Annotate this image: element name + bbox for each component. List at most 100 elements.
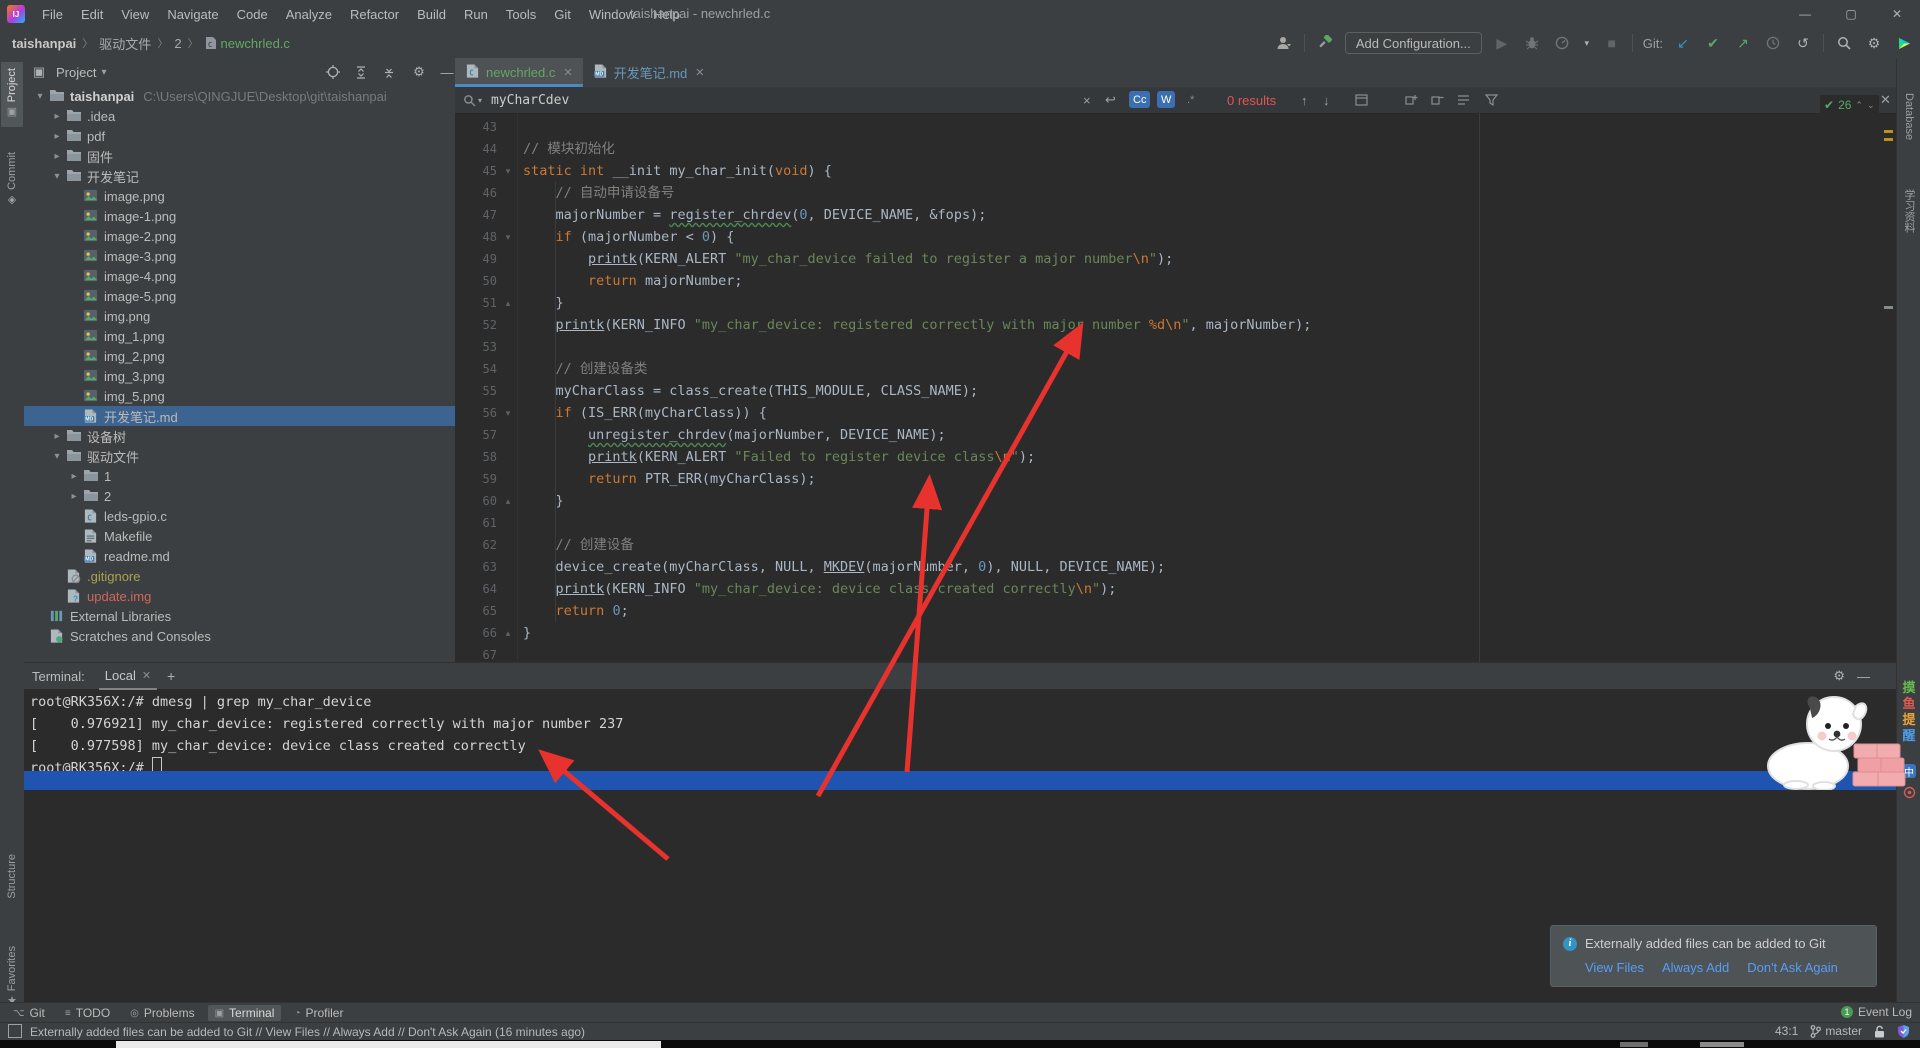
find-query-input[interactable]: myCharCdev (491, 87, 569, 113)
toolwindow-button-problems[interactable]: ◎Problems (123, 1005, 201, 1021)
tab-newchrled.c[interactable]: Cnewchrled.c✕ (455, 58, 583, 87)
code-line-52[interactable]: 52 printk(KERN_INFO "my_char_device: reg… (455, 314, 1896, 336)
scrollbar-mark[interactable] (1884, 130, 1893, 133)
status-message[interactable]: Externally added files can be added to G… (30, 1025, 585, 1039)
unlocked-icon[interactable] (1874, 1025, 1885, 1038)
code-line-46[interactable]: 46 // 自动申请设备号 (455, 182, 1896, 204)
code-line-53[interactable]: 53 (455, 336, 1896, 358)
clear-search-icon[interactable]: × (1083, 87, 1091, 113)
rollback-icon[interactable]: ↺ (1793, 33, 1813, 53)
chevron-down-icon[interactable]: ▾ (1582, 33, 1592, 53)
menu-navigate[interactable]: Navigate (158, 7, 227, 22)
tool-stripe-structure[interactable]: Structure (1, 848, 23, 905)
code-line-54[interactable]: 54 // 创建设备类 (455, 358, 1896, 380)
breadcrumb[interactable]: taishanpai 〉 驱动文件 〉 2 〉 C newchrled.c (12, 34, 290, 53)
plugin-colorful-icon[interactable] (1894, 33, 1914, 53)
menu-analyze[interactable]: Analyze (277, 7, 341, 22)
close-button[interactable]: ✕ (1874, 0, 1920, 28)
tree-item-image-3.png[interactable]: image-3.png (24, 246, 455, 266)
breadcrumb-project[interactable]: taishanpai (12, 36, 76, 51)
menu-view[interactable]: View (112, 7, 158, 22)
tree-item-Makefile[interactable]: Makefile (24, 526, 455, 546)
tree-item-leds-gpio.c[interactable]: Cleds-gpio.c (24, 506, 455, 526)
maximize-button[interactable]: ▢ (1828, 0, 1874, 28)
next-problem-icon[interactable]: ⌄ (1867, 100, 1875, 111)
git-update-icon[interactable]: ↙ (1673, 33, 1693, 53)
previous-occurrence-icon[interactable]: ↑ (1301, 87, 1308, 113)
chevron-expanded-icon[interactable]: ▾ (33, 91, 47, 102)
fold-marker-icon[interactable]: ▴ (501, 622, 515, 644)
menu-code[interactable]: Code (228, 7, 277, 22)
code-line-43[interactable]: 43 (455, 116, 1896, 138)
code-line-61[interactable]: 61 (455, 512, 1896, 534)
tree-item-image-5.png[interactable]: image-5.png (24, 286, 455, 306)
terminal-settings-gear-icon[interactable]: ⚙ (1833, 668, 1845, 684)
chevron-collapsed-icon[interactable]: ▸ (50, 151, 64, 162)
breadcrumb-subfolder[interactable]: 2 (174, 36, 181, 51)
code-line-45[interactable]: 45▾static int __init my_char_init(void) … (455, 160, 1896, 182)
locate-file-icon[interactable] (324, 63, 342, 81)
code-line-62[interactable]: 62 // 创建设备 (455, 534, 1896, 556)
tree-item-update.img[interactable]: ?update.img (24, 586, 455, 606)
debug-bug-icon[interactable] (1522, 33, 1542, 53)
match-case-toggle[interactable]: Cc (1129, 91, 1150, 108)
tree-item-开发笔记[interactable]: ▾开发笔记 (24, 166, 455, 186)
code-line-57[interactable]: 57 unregister_chrdev(majorNumber, DEVICE… (455, 424, 1896, 446)
code-line-65[interactable]: 65 return 0; (455, 600, 1896, 622)
remove-occurrence-icon[interactable] (1431, 87, 1444, 113)
tree-item-image.png[interactable]: image.png (24, 186, 455, 206)
tree-item-设备树[interactable]: ▸设备树 (24, 426, 455, 446)
git-branch-widget[interactable]: master (1810, 1024, 1862, 1038)
find-search-icon[interactable]: ▾ (463, 87, 482, 113)
menu-run[interactable]: Run (455, 7, 497, 22)
code-line-60[interactable]: 60▴ } (455, 490, 1896, 512)
code-line-59[interactable]: 59 return PTR_ERR(myCharClass); (455, 468, 1896, 490)
code-line-47[interactable]: 47 majorNumber = register_chrdev(0, DEVI… (455, 204, 1896, 226)
caret-position[interactable]: 43:1 (1775, 1024, 1798, 1038)
always-add-link[interactable]: Always Add (1662, 960, 1729, 975)
panel-settings-gear-icon[interactable]: ⚙ (410, 63, 428, 81)
tool-window-switcher-icon[interactable] (8, 1024, 22, 1038)
tree-item-img.png[interactable]: img.png (24, 306, 455, 326)
event-log-button[interactable]: 1 Event Log (1841, 1002, 1912, 1022)
inspections-widget[interactable]: ✔ 26 ⌃ ⌄ (1820, 95, 1879, 115)
tree-item-开发笔记.md[interactable]: MD开发笔记.md (24, 406, 455, 426)
search-icon[interactable] (1834, 33, 1854, 53)
menu-edit[interactable]: Edit (72, 7, 112, 22)
menu-build[interactable]: Build (408, 7, 455, 22)
history-clock-icon[interactable] (1763, 33, 1783, 53)
code-line-48[interactable]: 48▾ if (majorNumber < 0) { (455, 226, 1896, 248)
project-view-selector[interactable]: Project (56, 65, 96, 80)
next-occurrence-icon[interactable]: ↓ (1323, 87, 1330, 113)
tool-stripe-database[interactable]: Database (1898, 88, 1920, 145)
tool-stripe-commit[interactable]: Commit◈ (1, 146, 23, 215)
code-line-44[interactable]: 44// 模块初始化 (455, 138, 1896, 160)
scrollbar-mark[interactable] (1884, 306, 1893, 309)
tool-stripe-notes[interactable]: 学习资料 (1898, 184, 1920, 238)
hide-terminal-icon[interactable]: — (1857, 669, 1870, 684)
menu-tools[interactable]: Tools (497, 7, 545, 22)
fold-marker-icon[interactable]: ▾ (501, 160, 515, 182)
code-line-67[interactable]: 67 (455, 644, 1896, 662)
chevron-collapsed-icon[interactable]: ▸ (67, 471, 81, 482)
close-tab-icon[interactable]: ✕ (695, 66, 704, 79)
new-terminal-icon[interactable]: + (167, 668, 175, 684)
stop-icon[interactable]: ■ (1602, 33, 1622, 53)
tree-item-img_3.png[interactable]: img_3.png (24, 366, 455, 386)
toolwindow-button-profiler[interactable]: ◔Profiler (287, 1005, 350, 1021)
code-line-66[interactable]: 66▴} (455, 622, 1896, 644)
code-line-51[interactable]: 51▴ } (455, 292, 1896, 314)
chevron-collapsed-icon[interactable]: ▸ (50, 111, 64, 122)
settings-gear-icon[interactable]: ⚙ (1864, 33, 1884, 53)
add-occurrence-icon[interactable] (1405, 87, 1418, 113)
minimize-button[interactable]: — (1782, 0, 1828, 28)
hide-panel-icon[interactable]: — (438, 63, 456, 81)
regex-toggle[interactable]: .* (1183, 91, 1198, 108)
words-toggle[interactable]: W (1157, 91, 1175, 108)
code-line-49[interactable]: 49 printk(KERN_ALERT "my_char_device fai… (455, 248, 1896, 270)
filter-icon[interactable] (1485, 87, 1498, 113)
toolwindow-button-todo[interactable]: ≡TODO (58, 1005, 117, 1021)
tree-item-pdf[interactable]: ▸pdf (24, 126, 455, 146)
git-push-icon[interactable]: ↗ (1733, 33, 1753, 53)
code-line-56[interactable]: 56▾ if (IS_ERR(myCharClass)) { (455, 402, 1896, 424)
